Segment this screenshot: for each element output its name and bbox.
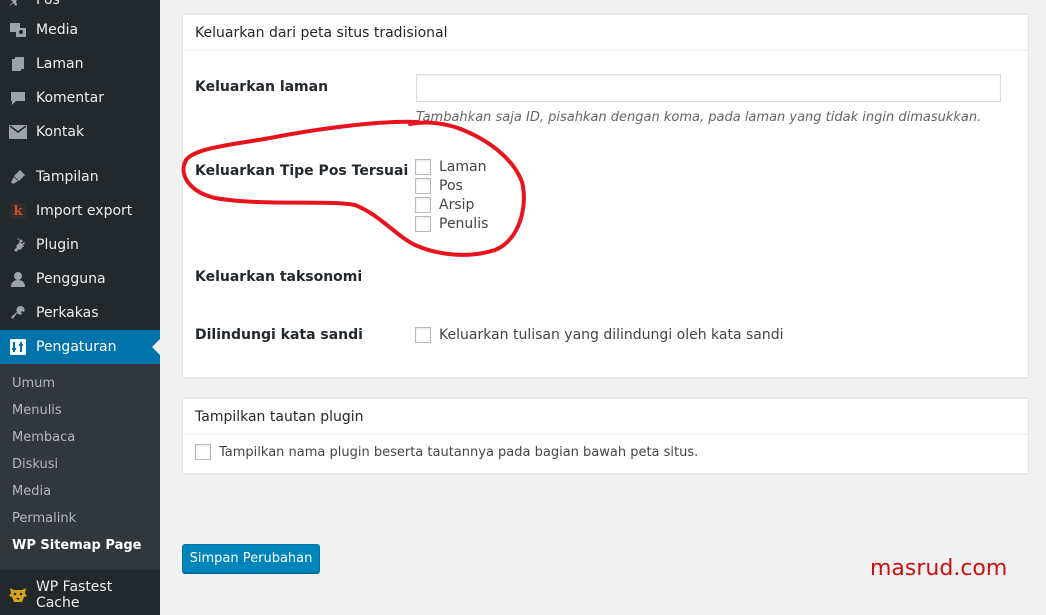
plugin-link-panel: Tampilkan tautan plugin xyxy=(182,398,1029,474)
red-annotation-circle xyxy=(181,119,526,257)
save-changes-button[interactable]: Simpan Perubahan xyxy=(182,544,320,573)
watermark-text: masrud.com xyxy=(870,556,1008,581)
show-plugin-link-checkbox[interactable] xyxy=(195,444,211,460)
show-plugin-link-option[interactable]: Tampilkan nama plugin beserta tautannya … xyxy=(195,444,698,460)
panel-title: Tampilkan tautan plugin xyxy=(183,399,1028,435)
checkbox-label: Tampilkan nama plugin beserta tautannya … xyxy=(219,444,699,460)
